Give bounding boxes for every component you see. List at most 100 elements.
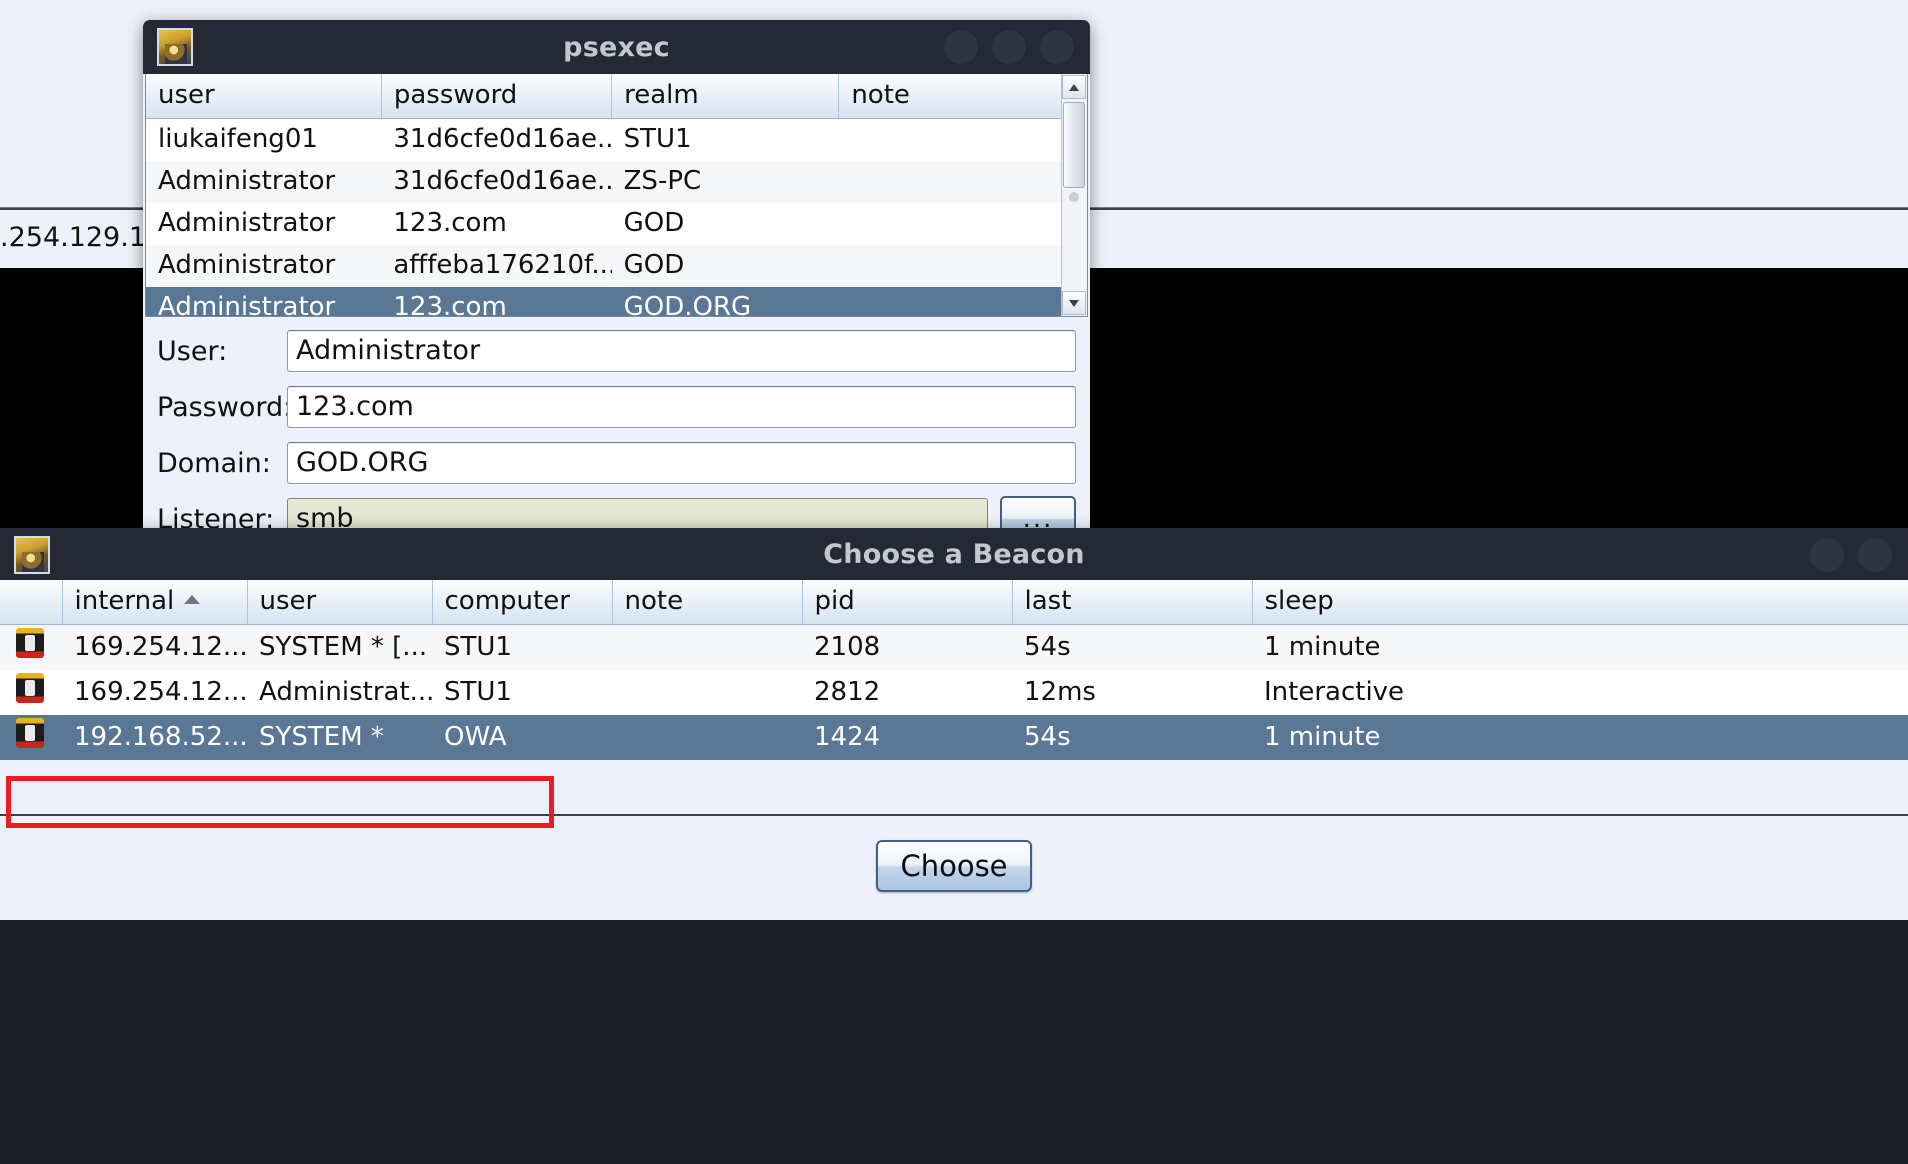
- cell-last: 54s: [1012, 715, 1252, 760]
- domain-field-row: Domain: GOD.ORG: [157, 439, 1076, 487]
- table-row[interactable]: 169.254.12... Administrat... STU1 2812 1…: [0, 670, 1908, 715]
- column-header-internal-label: internal: [74, 586, 175, 616]
- table-row[interactable]: Administrator afffeba176210f... GOD: [146, 244, 1087, 287]
- column-header-spacer: [0, 580, 63, 625]
- scrollbar-grip-icon: [1069, 192, 1079, 202]
- close-icon[interactable]: [1040, 30, 1074, 64]
- cell-password: 31d6cfe0d16ae...: [381, 118, 612, 161]
- cell-realm: GOD: [611, 244, 839, 287]
- cell-password: afffeba176210f...: [381, 244, 612, 287]
- beacon-title: Choose a Beacon: [823, 538, 1085, 570]
- cell-realm: STU1: [611, 118, 839, 161]
- cell-user: Administrator: [146, 202, 382, 245]
- password-field-row: Password: 123.com: [157, 383, 1076, 431]
- table-row-selected[interactable]: Administrator 123.com GOD.ORG: [146, 286, 1087, 316]
- cell-internal: 169.254.12...: [62, 670, 247, 715]
- cell-realm: ZS-PC: [611, 160, 839, 203]
- cell-computer: OWA: [432, 715, 612, 760]
- cell-sleep: Interactive: [1252, 670, 1908, 715]
- column-header-note[interactable]: note: [838, 74, 1087, 119]
- cell-icon: [0, 670, 62, 715]
- cell-note: [838, 244, 1087, 287]
- window-buttons: [1810, 528, 1892, 582]
- credentials-header-row: user password realm note: [146, 74, 1087, 119]
- cell-note: [612, 624, 802, 670]
- column-header-password[interactable]: password: [381, 74, 613, 119]
- window-buttons: [944, 20, 1074, 74]
- cell-note: [838, 286, 1087, 316]
- column-header-sleep[interactable]: sleep: [1252, 580, 1908, 625]
- column-header-pid[interactable]: pid: [802, 580, 1013, 625]
- psexec-titlebar[interactable]: psexec: [143, 20, 1090, 74]
- cell-note: [612, 715, 802, 760]
- cell-computer: STU1: [432, 670, 612, 715]
- credentials-scrollbar[interactable]: [1061, 74, 1087, 316]
- password-input[interactable]: 123.com: [287, 386, 1076, 428]
- scroll-up-icon[interactable]: [1062, 75, 1086, 99]
- cell-user: liukaifeng01: [146, 118, 382, 161]
- credentials-table[interactable]: user password realm note liukaifeng01 31…: [146, 74, 1087, 316]
- table-row[interactable]: liukaifeng01 31d6cfe0d16ae... STU1: [146, 118, 1087, 161]
- user-input[interactable]: Administrator: [287, 330, 1076, 372]
- table-row[interactable]: 169.254.12... SYSTEM * [... STU1 2108 54…: [0, 624, 1908, 670]
- domain-label: Domain:: [157, 447, 271, 479]
- domain-input[interactable]: GOD.ORG: [287, 442, 1076, 484]
- background-ip-text: .254.129.18: [0, 222, 164, 253]
- cell-user: SYSTEM * [...: [247, 624, 432, 670]
- beacon-table-container: internal user computer note pid last sle…: [0, 580, 1908, 816]
- cell-internal: 169.254.12...: [62, 624, 247, 670]
- column-header-last[interactable]: last: [1012, 580, 1253, 625]
- cell-note: [838, 118, 1087, 161]
- cell-password: 123.com: [381, 286, 612, 316]
- cell-icon: [0, 624, 62, 670]
- cell-internal: 192.168.52....: [62, 715, 247, 760]
- user-label: User:: [157, 335, 228, 367]
- minimize-icon[interactable]: [944, 30, 978, 64]
- beacon-icon: [16, 673, 44, 703]
- column-header-computer[interactable]: computer: [432, 580, 613, 625]
- beacon-icon: [16, 628, 44, 658]
- sort-ascending-icon: [184, 595, 201, 604]
- cell-pid: 2812: [802, 670, 1012, 715]
- column-header-user[interactable]: user: [247, 580, 433, 625]
- minimize-icon[interactable]: [1810, 538, 1844, 572]
- cell-user: Administrator: [146, 160, 382, 203]
- column-header-note[interactable]: note: [612, 580, 803, 625]
- choose-beacon-dialog: Choose a Beacon internal user computer n…: [0, 528, 1908, 920]
- cell-last: 54s: [1012, 624, 1252, 670]
- cell-note: [838, 160, 1087, 203]
- maximize-icon[interactable]: [992, 30, 1026, 64]
- beacon-header-row: internal user computer note pid last sle…: [0, 580, 1908, 625]
- scroll-down-icon[interactable]: [1062, 291, 1086, 315]
- table-row[interactable]: Administrator 123.com GOD: [146, 202, 1087, 245]
- cell-sleep: 1 minute: [1252, 715, 1908, 760]
- beacon-icon: [16, 718, 44, 748]
- column-header-internal[interactable]: internal: [62, 580, 248, 625]
- psexec-title: psexec: [563, 31, 670, 63]
- cell-last: 12ms: [1012, 670, 1252, 715]
- cell-icon: [0, 715, 62, 760]
- cell-user: Administrator: [146, 286, 382, 316]
- cell-computer: STU1: [432, 624, 612, 670]
- beacon-titlebar[interactable]: Choose a Beacon: [0, 528, 1908, 580]
- cell-user: Administrator: [146, 244, 382, 287]
- cell-user: Administrat...: [247, 670, 432, 715]
- column-header-user[interactable]: user: [146, 74, 382, 119]
- credentials-table-container: user password realm note liukaifeng01 31…: [145, 74, 1088, 317]
- table-row[interactable]: Administrator 31d6cfe0d16ae... ZS-PC: [146, 160, 1087, 203]
- cell-note: [612, 670, 802, 715]
- maximize-icon[interactable]: [1858, 538, 1892, 572]
- beacon-table[interactable]: internal user computer note pid last sle…: [0, 580, 1908, 760]
- desktop-bottom-bar: [0, 920, 1908, 1164]
- cell-password: 123.com: [381, 202, 612, 245]
- password-label: Password:: [157, 391, 293, 423]
- choose-button[interactable]: Choose: [876, 840, 1032, 892]
- user-field-row: User: Administrator: [157, 327, 1076, 375]
- cell-realm: GOD.ORG: [611, 286, 839, 316]
- cell-password: 31d6cfe0d16ae...: [381, 160, 612, 203]
- scrollbar-thumb[interactable]: [1063, 102, 1085, 188]
- column-header-realm[interactable]: realm: [611, 74, 840, 119]
- cell-note: [838, 202, 1087, 245]
- app-icon: [157, 28, 193, 66]
- table-row-selected[interactable]: 192.168.52.... SYSTEM * OWA 1424 54s 1 m…: [0, 715, 1908, 760]
